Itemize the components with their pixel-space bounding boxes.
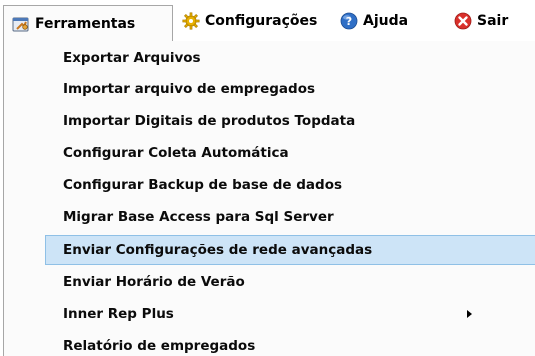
menu-item-label: Relatório de empregados [63, 338, 256, 354]
menu-item-label: Migrar Base Access para Sql Server [63, 209, 334, 225]
menu-bar: Ferramentas Configurações ? Ajuda Sair [0, 0, 535, 42]
menu-item-importar-empregados[interactable]: Importar arquivo de empregados [45, 75, 535, 103]
menu-item-enviar-configuracoes-rede[interactable]: Enviar Configurações de rede avançadas [45, 235, 535, 265]
app-window: Ferramentas Configurações ? Ajuda Sair E… [0, 0, 535, 356]
menu-item-inner-rep-plus[interactable]: Inner Rep Plus [45, 300, 535, 328]
menu-item-importar-digitais[interactable]: Importar Digitais de produtos Topdata [45, 107, 535, 135]
dropdown-icon-gutter [4, 41, 50, 356]
menu-item-label: Enviar Horário de Verão [63, 274, 245, 290]
menu-ajuda-label: Ajuda [363, 13, 409, 29]
menu-item-label: Configurar Coleta Automática [63, 145, 289, 161]
menu-sair-label: Sair [477, 13, 509, 29]
menu-item-configurar-backup[interactable]: Configurar Backup de base de dados [45, 171, 535, 199]
menu-item-exportar-arquivos[interactable]: Exportar Arquivos [45, 44, 535, 72]
menu-item-enviar-horario-verao[interactable]: Enviar Horário de Verão [45, 268, 535, 296]
menu-configuracoes[interactable]: Configurações [178, 6, 317, 36]
menu-ajuda[interactable]: ? Ajuda [340, 6, 408, 36]
submenu-arrow-icon [467, 310, 472, 318]
menu-item-label: Configurar Backup de base de dados [63, 177, 343, 193]
menu-item-label: Enviar Configurações de rede avançadas [63, 242, 373, 258]
menu-item-label: Exportar Arquivos [63, 50, 201, 66]
menu-ferramentas[interactable]: Ferramentas [3, 5, 173, 42]
menu-item-configurar-coleta[interactable]: Configurar Coleta Automática [45, 139, 535, 167]
help-icon: ? [340, 12, 358, 30]
menu-configuracoes-label: Configurações [205, 13, 318, 29]
menu-ferramentas-label: Ferramentas [35, 16, 136, 32]
menu-item-label: Importar Digitais de produtos Topdata [63, 113, 356, 129]
close-icon [454, 12, 472, 30]
menu-sair[interactable]: Sair [454, 6, 508, 36]
menu-item-label: Importar arquivo de empregados [63, 81, 316, 97]
tools-icon [12, 17, 29, 32]
menu-item-label: Inner Rep Plus [63, 306, 174, 322]
menu-item-migrar-base[interactable]: Migrar Base Access para Sql Server [45, 203, 535, 231]
gear-icon [182, 12, 200, 30]
menu-item-relatorio-empregados[interactable]: Relatório de empregados [45, 332, 535, 356]
svg-text:?: ? [346, 15, 352, 28]
